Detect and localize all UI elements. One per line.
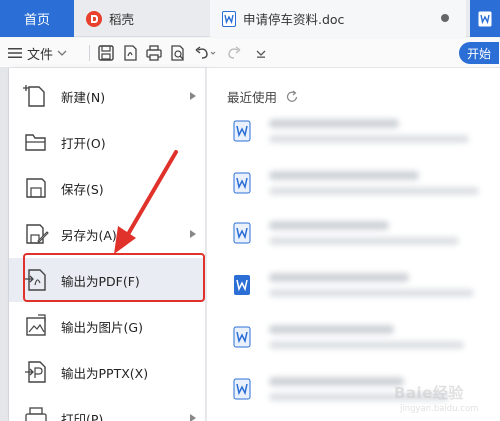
baidu-watermark: Baie经验 jingyan.baidu.com xyxy=(394,382,498,420)
menu-item-label: 新建(N) xyxy=(61,89,106,105)
menu-item-print[interactable]: 打印(P) xyxy=(9,396,206,421)
print-icon xyxy=(25,407,47,421)
word-doc-icon xyxy=(233,120,251,142)
save-icon[interactable] xyxy=(97,44,115,62)
new-file-icon xyxy=(23,85,45,107)
menu-item-new[interactable]: 新建(N) xyxy=(9,74,206,118)
menu-item-open[interactable]: 打开(O) xyxy=(9,120,206,164)
watermark-url: jingyan.baidu.com xyxy=(400,404,479,414)
menu-item-save-as[interactable]: 另存为(A) xyxy=(9,212,206,256)
recent-title: 最近使用 xyxy=(227,90,278,105)
blurred-file-name xyxy=(269,119,399,128)
recent-file-row[interactable] xyxy=(233,116,493,156)
word-doc-icon xyxy=(233,222,251,244)
blurred-file-name xyxy=(269,221,389,230)
tab-document-label: 申请停车资料.doc xyxy=(243,12,345,27)
file-menu-button[interactable]: 文件 xyxy=(8,41,67,65)
tab-document[interactable]: 申请停车资料.doc xyxy=(210,0,466,37)
print-icon[interactable] xyxy=(145,44,163,62)
watermark-logo-text: Baie经验 xyxy=(394,384,464,402)
file-menu-label: 文件 xyxy=(27,47,54,63)
blurred-file-path xyxy=(269,135,469,143)
tab-active-partial[interactable] xyxy=(470,0,500,37)
chevron-right-icon xyxy=(190,230,196,238)
redo-icon[interactable] xyxy=(225,44,243,62)
blurred-file-path xyxy=(269,341,464,349)
blurred-file-path xyxy=(269,187,479,195)
tab-daoke-label: 稻壳 xyxy=(109,12,135,27)
word-doc-icon xyxy=(234,275,250,295)
save-as-icon xyxy=(26,224,49,244)
menu-item-label: 另存为(A) xyxy=(61,227,117,243)
print-preview-icon[interactable] xyxy=(169,44,187,62)
tab-daoke[interactable]: 稻壳 xyxy=(76,0,206,37)
blurred-file-name xyxy=(269,273,409,282)
blurred-file-name xyxy=(269,325,394,334)
chevron-down-icon xyxy=(57,50,67,56)
menu-item-export-image[interactable]: 输出为图片(G) xyxy=(9,304,206,348)
recent-files-panel: 最近使用 xyxy=(207,68,500,421)
export-pptx-icon xyxy=(25,361,46,383)
recent-file-row[interactable] xyxy=(233,218,493,258)
menu-item-label: 保存(S) xyxy=(61,181,104,197)
toolbar: 文件 开始 xyxy=(0,38,500,68)
recent-header: 最近使用 xyxy=(227,87,299,106)
recent-file-row[interactable] xyxy=(233,168,493,208)
blurred-file-name xyxy=(269,377,404,386)
word-doc-icon xyxy=(233,172,251,194)
menu-item-export-pptx[interactable]: 输出为PPTX(X) xyxy=(9,350,206,394)
menu-item-save[interactable]: 保存(S) xyxy=(9,166,206,210)
folder-open-icon xyxy=(25,134,46,151)
tab-bar: 首页 稻壳 申请停车资料.doc xyxy=(0,0,500,37)
daoke-logo-icon xyxy=(86,10,102,27)
document-gutter xyxy=(0,68,9,421)
blurred-file-name xyxy=(269,171,419,180)
refresh-icon[interactable] xyxy=(285,90,299,104)
close-tab-icon[interactable] xyxy=(438,11,452,25)
chevron-right-icon xyxy=(190,414,196,421)
word-doc-icon xyxy=(233,326,251,348)
save-icon xyxy=(26,178,46,198)
word-doc-icon xyxy=(222,10,236,27)
toolbar-divider xyxy=(89,45,90,61)
tab-home-label: 首页 xyxy=(23,13,50,28)
menu-item-label: 输出为图片(G) xyxy=(61,319,143,335)
customize-toolbar-icon[interactable] xyxy=(252,44,270,62)
blurred-file-path xyxy=(269,237,459,245)
word-doc-icon xyxy=(478,11,492,27)
file-menu-panel: 新建(N) 打开(O) 保存(S) 另存为(A) 输出为PDF(F) 输出为图片… xyxy=(9,68,206,421)
export-pdf-icon[interactable] xyxy=(121,44,139,62)
undo-icon[interactable] xyxy=(193,44,217,62)
recent-file-row[interactable] xyxy=(233,322,493,362)
tab-home[interactable]: 首页 xyxy=(0,0,74,37)
hamburger-icon xyxy=(8,48,22,58)
start-tab-button[interactable]: 开始 xyxy=(459,42,499,64)
blurred-file-path xyxy=(269,289,474,297)
start-tab-label: 开始 xyxy=(466,46,491,61)
menu-item-label: 输出为PPTX(X) xyxy=(61,365,149,381)
word-doc-icon xyxy=(233,378,251,400)
highlight-box xyxy=(23,253,205,302)
chevron-right-icon xyxy=(190,92,196,100)
menu-item-label: 打开(O) xyxy=(61,135,106,151)
menu-item-label: 打印(P) xyxy=(61,411,104,421)
export-image-icon xyxy=(26,314,46,336)
recent-file-row[interactable] xyxy=(233,270,493,310)
